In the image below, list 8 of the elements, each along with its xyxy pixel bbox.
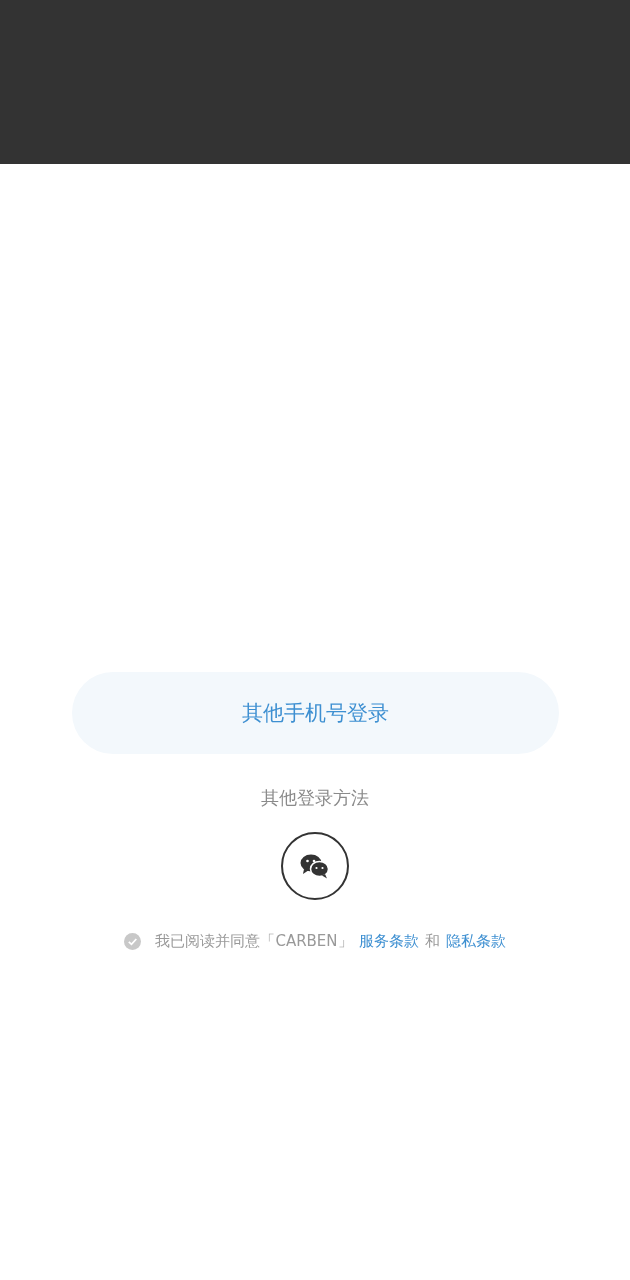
phone-login-button[interactable]: 其他手机号登录	[71, 672, 559, 754]
privacy-link[interactable]: 隐私条款	[445, 932, 506, 951]
other-methods-label: 其他登录方法	[261, 786, 369, 810]
chat-bubbles-icon	[300, 853, 330, 879]
agreement-text: 我已阅读并同意「CARBEN」	[155, 932, 353, 951]
agree-checkbox[interactable]	[124, 933, 142, 950]
terms-link[interactable]: 服务条款	[358, 932, 419, 951]
conjunction-text: 和	[424, 932, 440, 951]
